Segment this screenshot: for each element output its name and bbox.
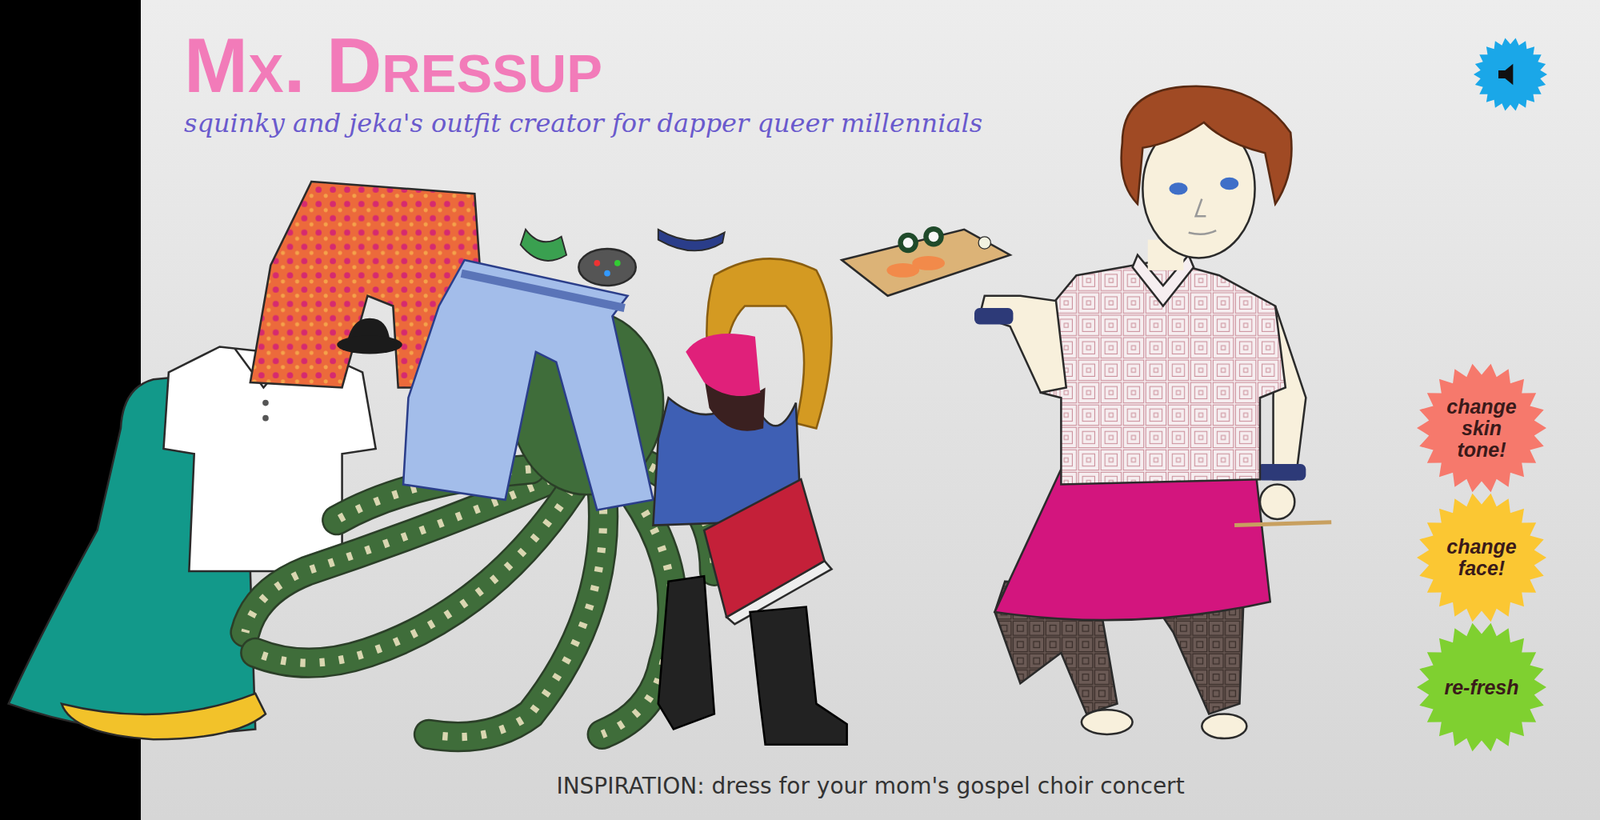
action-button[interactable]: change skin tone!	[1413, 363, 1550, 493]
action-button[interactable]: change face!	[1413, 492, 1550, 623]
black-boots[interactable]	[658, 576, 848, 744]
inspiration: INSPIRATION: dress for your mom's gospel…	[140, 772, 1600, 820]
sushi-tray	[841, 226, 1010, 296]
blue-headband[interactable]	[658, 229, 725, 252]
red-book[interactable]	[704, 479, 832, 624]
game-controller[interactable]	[578, 248, 636, 286]
blue-jeans[interactable]	[403, 260, 653, 510]
middle-row: change skin tone!change face!re-fresh	[140, 139, 1600, 772]
subtitle: squinky and jeka's outfit creator for da…	[184, 107, 983, 140]
pink-hair[interactable]	[685, 333, 765, 432]
speaker-icon	[1494, 58, 1527, 91]
character	[841, 86, 1332, 739]
action-button[interactable]: re-fresh	[1413, 622, 1550, 752]
header: Mx. Dressupsquinky and jeka's outfit cre…	[140, 0, 1600, 140]
app: Mx. Dressupsquinky and jeka's outfit cre…	[0, 0, 1600, 820]
title-block: Mx. Dressupsquinky and jeka's outfit cre…	[184, 27, 983, 140]
action-buttons: change skin tone!change face!re-fresh	[1413, 363, 1550, 772]
green-collar[interactable]	[520, 229, 567, 261]
sound-button[interactable]	[1473, 37, 1548, 112]
black-fedora[interactable]	[336, 318, 403, 355]
title: Mx. Dressup	[184, 27, 983, 104]
game-ui: Mx. Dressupsquinky and jeka's outfit cre…	[0, 0, 1600, 820]
